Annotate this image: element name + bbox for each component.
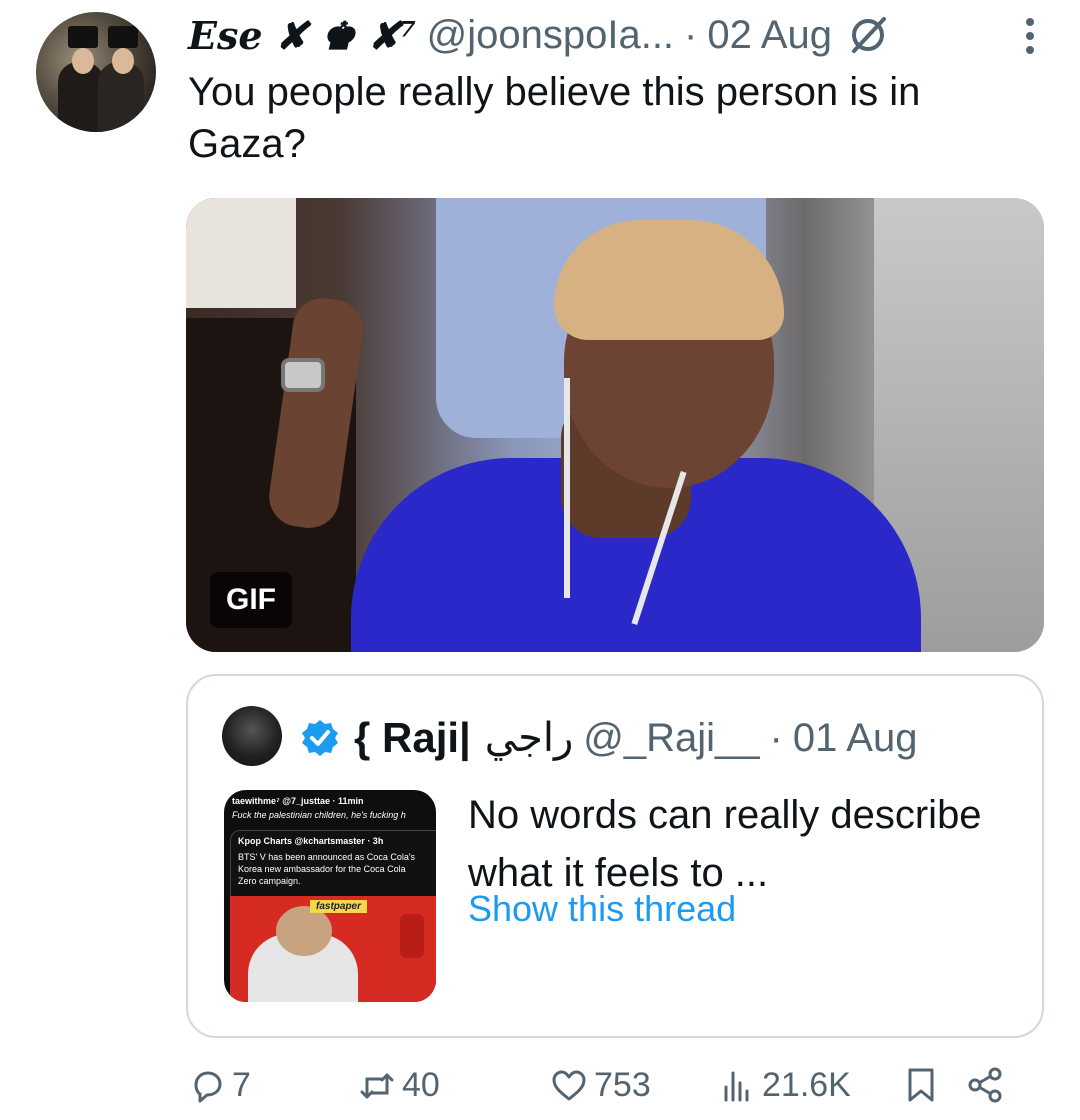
quoted-author-avatar[interactable] xyxy=(222,706,282,766)
quoted-tweet-date[interactable]: 01 Aug xyxy=(793,716,918,761)
quoted-author-name[interactable]: { Raji| xyxy=(354,714,471,762)
reply-count: 7 xyxy=(232,1066,251,1104)
reply-button[interactable]: 7 xyxy=(188,1066,251,1105)
watch-image-detail xyxy=(281,358,325,392)
quoted-media-thumbnail[interactable]: taewithme⁷ @7_justtae · 11min Fuck the p… xyxy=(224,790,436,1002)
like-count: 753 xyxy=(594,1066,651,1104)
tweet-header: Ese ✘ ♚ ✘⁷ @joonspoIa... · 02 Aug xyxy=(188,10,1040,60)
thumb-watermark-tag: fastpaper xyxy=(310,900,368,913)
author-avatar[interactable] xyxy=(36,12,156,132)
gif-badge: GIF xyxy=(210,572,292,628)
tweet-action-bar: 7 40 753 21.6K xyxy=(188,1066,1048,1120)
quoted-tweet-text: No words can really describe what it fee… xyxy=(468,793,982,895)
bookmark-icon xyxy=(908,1068,934,1102)
thumb-text-line: taewithme⁷ @7_justtae · 11min xyxy=(232,796,364,806)
retweet-count: 40 xyxy=(402,1066,440,1104)
heart-icon xyxy=(552,1070,586,1100)
views-count: 21.6K xyxy=(762,1066,851,1104)
tweet-text: You people really believe this person is… xyxy=(188,70,921,166)
like-button[interactable]: 753 xyxy=(550,1066,651,1105)
verified-badge-icon xyxy=(302,720,338,756)
thumb-text-line: Fuck the palestinian children, he's fuck… xyxy=(232,810,406,820)
thumb-text-line: Korea new ambassador for the Coca Cola xyxy=(238,864,406,874)
show-thread-link[interactable]: Show this thread xyxy=(468,888,736,930)
author-name[interactable]: Ese ✘ ♚ ✘⁷ xyxy=(188,13,417,58)
views-button[interactable]: 21.6K xyxy=(718,1066,851,1105)
thumb-text-line: Zero campaign. xyxy=(238,876,301,886)
more-options-icon[interactable] xyxy=(1020,14,1040,58)
quoted-tweet-header: { Raji| راجي @_Raji__ · 01 Aug xyxy=(300,710,917,766)
cola-can-image-detail xyxy=(400,914,424,958)
retweet-button[interactable]: 40 xyxy=(358,1066,440,1105)
header-separator: · xyxy=(684,12,698,57)
empty-set-icon xyxy=(851,17,886,53)
share-button[interactable] xyxy=(966,1066,1010,1104)
author-handle[interactable]: @joonspoIa... xyxy=(427,13,674,58)
quoted-header-separator: · xyxy=(769,715,783,760)
thumb-text-line: Kpop Charts @kchartsmaster · 3h xyxy=(238,836,384,846)
reply-icon xyxy=(194,1071,222,1102)
quoted-author-arabic-name[interactable]: راجي xyxy=(485,715,574,761)
share-icon xyxy=(968,1067,1002,1103)
retweet-icon xyxy=(360,1073,394,1098)
quoted-author-handle[interactable]: @_Raji__ xyxy=(583,716,759,761)
tweet-date[interactable]: 02 Aug xyxy=(707,13,832,58)
bookmark-button[interactable] xyxy=(902,1066,946,1104)
thumb-text-line: BTS' V has been announced as Coca Cola's xyxy=(238,852,416,862)
views-chart-icon xyxy=(724,1071,749,1101)
gif-media[interactable]: GIF xyxy=(186,198,1044,652)
quoted-tweet-card[interactable]: { Raji| راجي @_Raji__ · 01 Aug taewithme… xyxy=(186,674,1044,1038)
